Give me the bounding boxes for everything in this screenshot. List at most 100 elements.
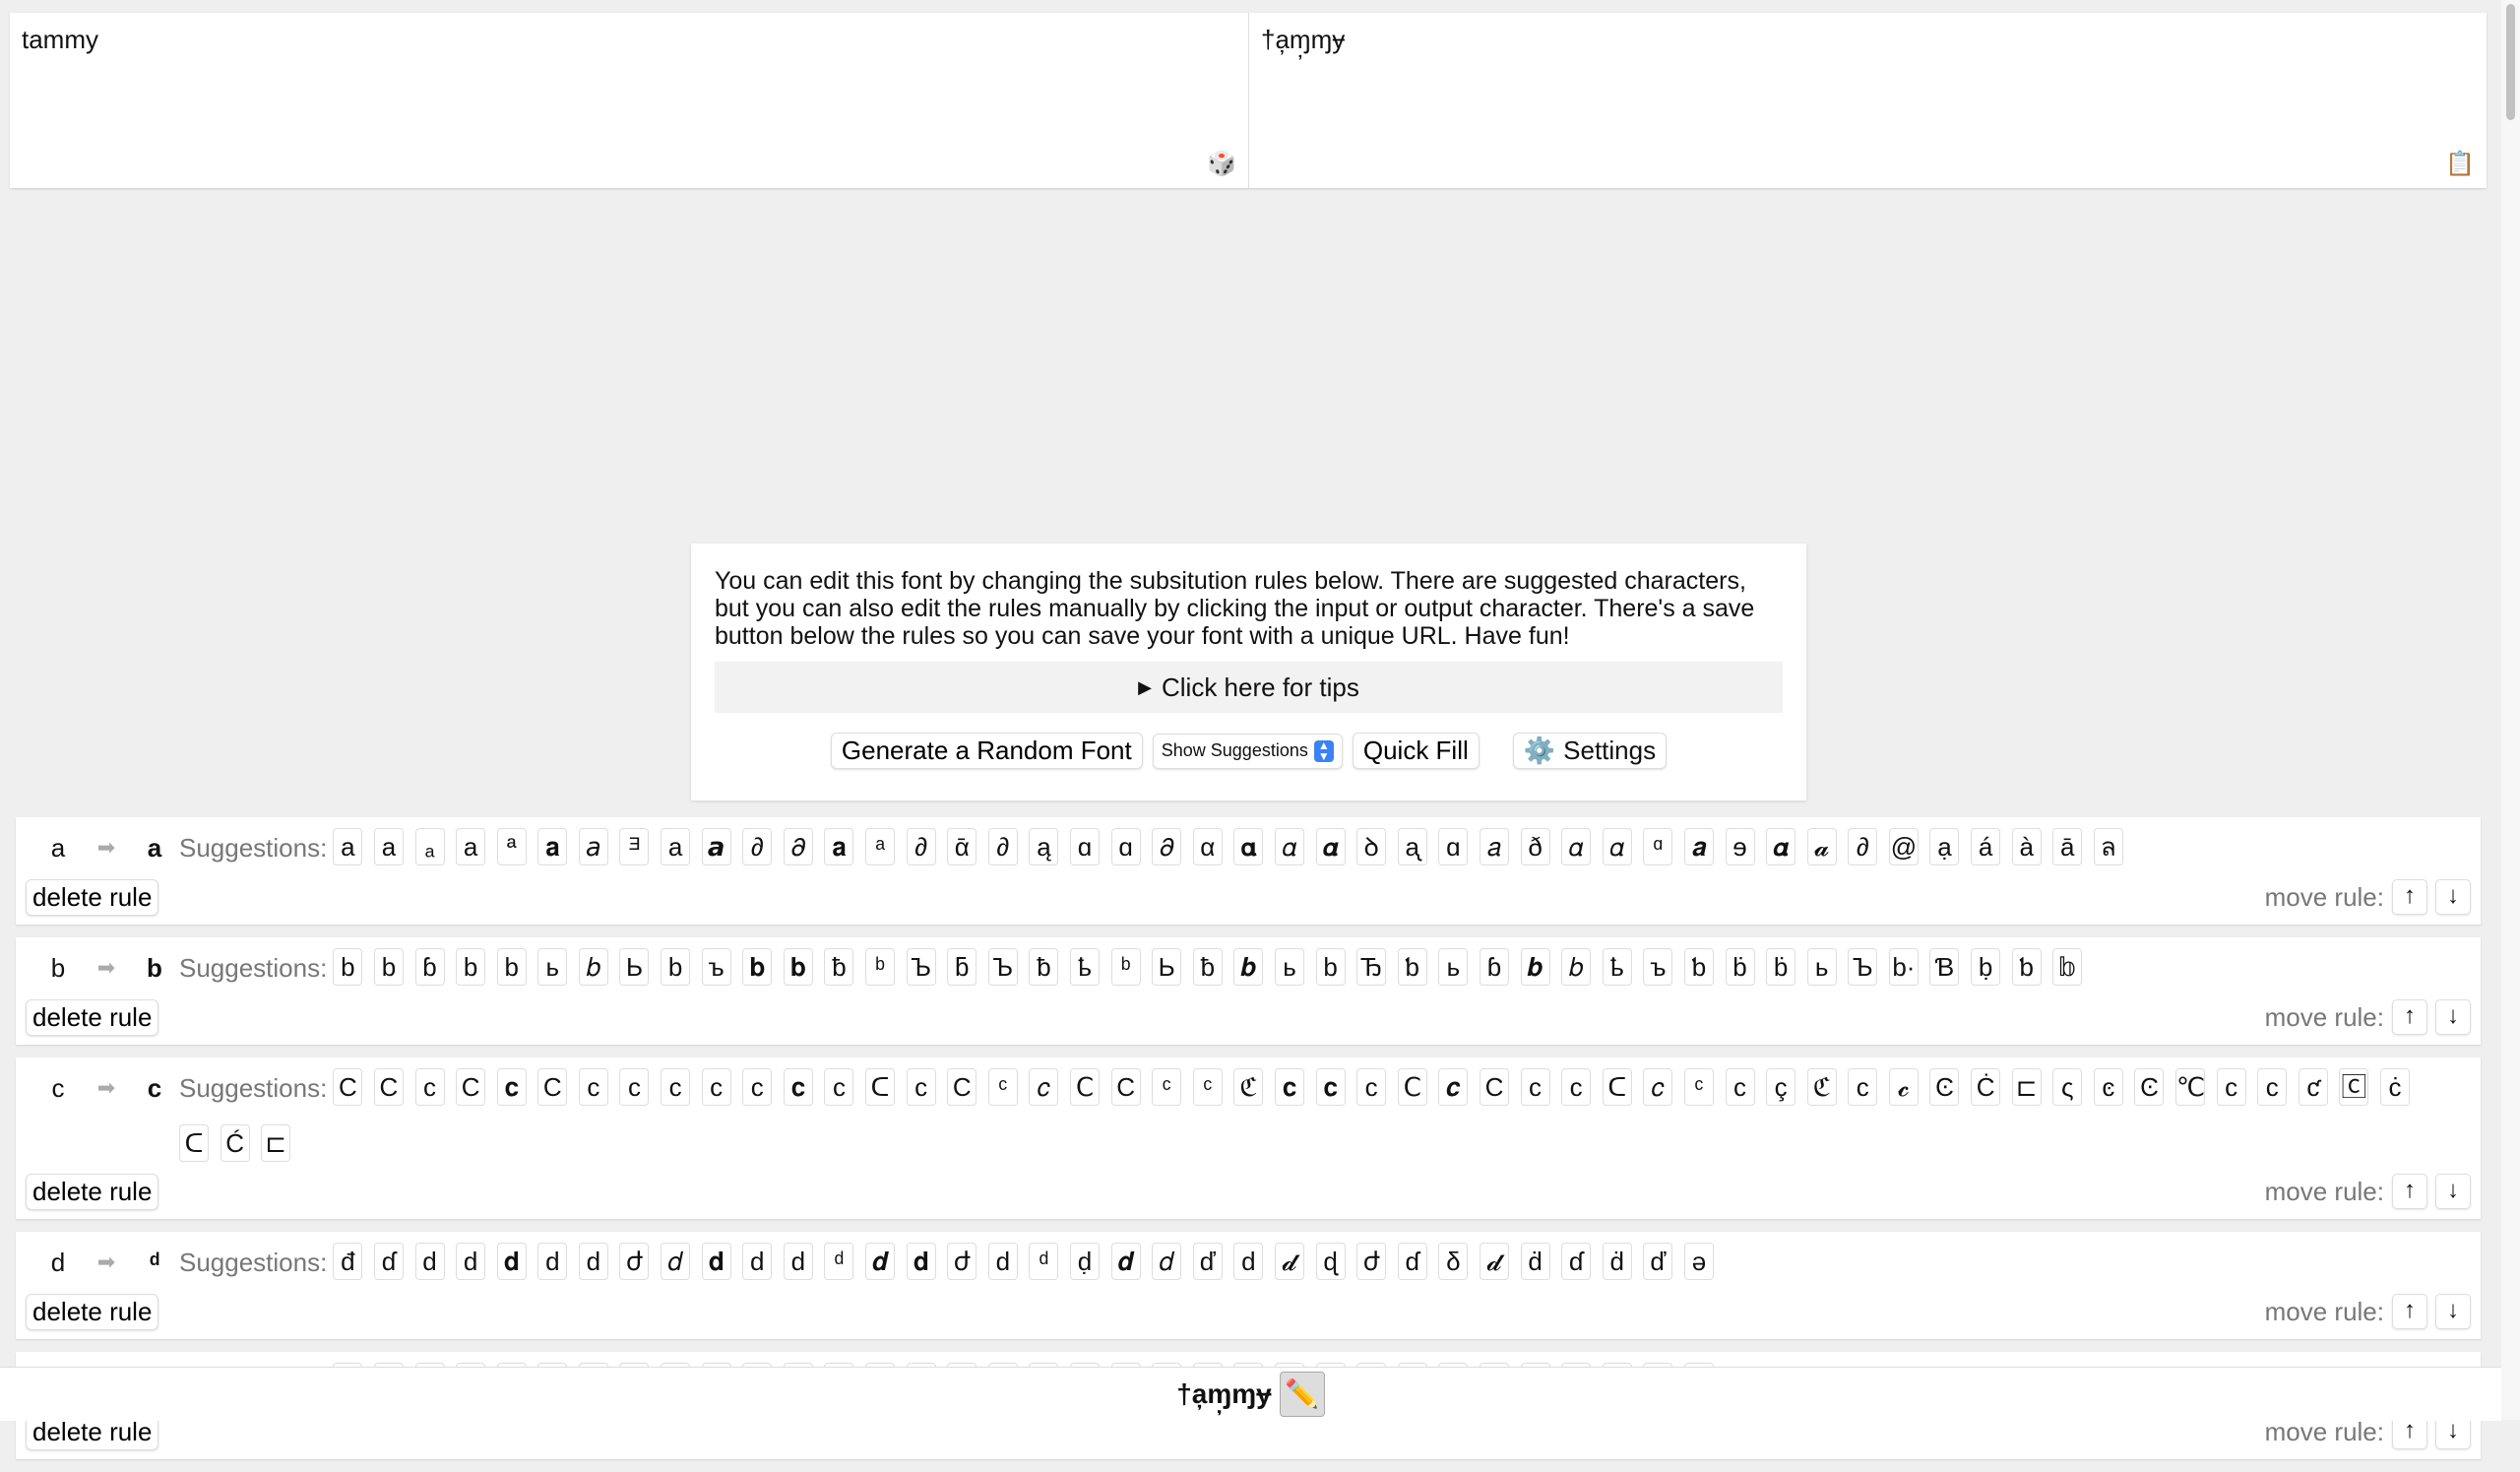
suggestion-button[interactable]: d [578, 1243, 608, 1280]
suggestion-button[interactable]: Ć [220, 1124, 250, 1162]
suggestion-button[interactable]: 𝛂 [1233, 828, 1264, 865]
suggestion-button[interactable]: ∂ [742, 828, 773, 865]
suggestion-button[interactable]: ċ [2380, 1068, 2411, 1106]
move-down-button[interactable]: ↓ [2435, 1174, 2471, 1209]
suggestion-button[interactable]: ḅ [1971, 948, 2001, 986]
quick-fill-button[interactable]: Quick Fill [1352, 733, 1480, 769]
suggestion-button[interactable]: d [456, 1243, 486, 1280]
suggestion-button[interactable]: 🄲 [2339, 1068, 2369, 1106]
suggestion-button[interactable]: 𝒃 [1520, 948, 1550, 986]
suggestion-button[interactable]: b [333, 948, 363, 986]
suggestion-button[interactable]: ɗ [1561, 1243, 1592, 1280]
suggestion-button[interactable]: c [1356, 1068, 1387, 1106]
suggestion-button[interactable]: 𝑐 [1029, 1068, 1059, 1106]
suggestion-button[interactable]: 𝐜 [1274, 1068, 1304, 1106]
delete-rule-button[interactable]: delete rule [26, 1174, 159, 1210]
suggestion-button[interactable]: ᵈ [824, 1243, 854, 1280]
suggestion-button[interactable]: b· [1888, 948, 1919, 986]
suggestion-button[interactable]: Ђ [1356, 948, 1387, 986]
suggestion-button[interactable]: ƈ [2298, 1068, 2328, 1106]
suggestion-button[interactable]: 𝐝 [701, 1243, 731, 1280]
suggestion-button[interactable]: ∂ [906, 828, 936, 865]
suggestion-button[interactable]: ժ [947, 1243, 977, 1280]
suggestion-button[interactable]: ɓ [1479, 948, 1509, 986]
suggestion-button[interactable]: 𝐝 [906, 1243, 936, 1280]
suggestion-button[interactable]: c [414, 1068, 445, 1106]
suggestion-button[interactable]: 𝛼 [1274, 828, 1304, 865]
suggestion-button[interactable]: 𝜶 [1766, 828, 1796, 865]
rule-output-char[interactable]: a [136, 828, 173, 867]
move-up-button[interactable]: ↑ [2392, 1174, 2427, 1209]
rule-output-char[interactable]: ᵈ [136, 1243, 173, 1282]
suggestion-button[interactable]: ᴲ [619, 828, 650, 865]
suggestion-button[interactable]: 𝐛 [742, 948, 773, 986]
suggestion-button[interactable]: á [1971, 828, 2001, 865]
suggestion-button[interactable]: d [987, 1243, 1018, 1280]
suggestion-button[interactable]: a [661, 828, 691, 865]
suggestion-button[interactable]: ɑ [1438, 828, 1469, 865]
suggestion-button[interactable]: 𝐚 [537, 828, 568, 865]
suggestion-button[interactable]: ª [496, 828, 527, 865]
suggestion-button[interactable]: ƃ [947, 948, 977, 986]
input-text[interactable]: tammy [22, 25, 98, 54]
suggestion-button[interactable]: ϲ [661, 1068, 691, 1106]
suggestion-button[interactable]: ᑕ [1602, 1068, 1632, 1106]
suggestion-button[interactable]: ā [2052, 828, 2083, 865]
suggestion-button[interactable]: c [906, 1068, 936, 1106]
suggestion-button[interactable]: ҍ [1070, 948, 1101, 986]
suggestion-button[interactable]: ℭ [1233, 1068, 1264, 1106]
suggestion-button[interactable]: 𝐚 [824, 828, 854, 865]
suggestion-button[interactable]: 𝑏 [1561, 948, 1592, 986]
suggestion-button[interactable]: ҍ [1602, 948, 1632, 986]
suggestion-button[interactable]: c [619, 1068, 650, 1106]
suggestion-button[interactable]: 𝒅 [1110, 1243, 1141, 1280]
suggestion-button[interactable]: ℭ [1806, 1068, 1837, 1106]
suggestion-button[interactable]: 𝙖 [701, 828, 731, 865]
suggestion-button[interactable]: ƀ [1029, 948, 1059, 986]
rule-input-char[interactable]: c [39, 1068, 77, 1108]
suggestion-button[interactable]: ᵃ [865, 828, 896, 865]
suggestion-button[interactable]: ƅ [1683, 948, 1714, 986]
suggestion-button[interactable]: ժ [619, 1243, 650, 1280]
suggestion-button[interactable]: Ъ [906, 948, 936, 986]
suggestion-button[interactable]: ᵇ [865, 948, 896, 986]
rule-input-char[interactable]: a [39, 828, 77, 867]
suggestion-button[interactable]: C [947, 1068, 977, 1106]
suggestion-button[interactable]: ď [1643, 1243, 1673, 1280]
suggestion-button[interactable]: ḋ [1602, 1243, 1632, 1280]
suggestion-button[interactable]: ъ [701, 948, 731, 986]
suggestion-button[interactable]: ᑕ [865, 1068, 896, 1106]
suggestion-button[interactable]: Ь [619, 948, 650, 986]
suggestion-button[interactable]: 𝒅 [865, 1243, 896, 1280]
suggestion-button[interactable]: c [1848, 1068, 1878, 1106]
pencil-icon[interactable]: ✏️ [1279, 1372, 1325, 1417]
suggestion-button[interactable]: ą [1029, 828, 1059, 865]
suggestion-button[interactable]: d [1233, 1243, 1264, 1280]
suggestion-button[interactable]: 𝑑 [1152, 1243, 1182, 1280]
scrollbar[interactable] [2501, 0, 2520, 1420]
dice-icon[interactable]: 🎲 [1207, 151, 1236, 178]
suggestion-button[interactable]: ƅ [1397, 948, 1427, 986]
suggestion-button[interactable]: 𝐜 [1315, 1068, 1346, 1106]
suggestion-button[interactable]: d [537, 1243, 568, 1280]
settings-button[interactable]: ⚙️ Settings [1512, 733, 1668, 769]
suggestion-button[interactable]: ƀ [824, 948, 854, 986]
suggestion-button[interactable]: Ɓ [1929, 948, 1960, 986]
suggestion-button[interactable]: ð [1520, 828, 1550, 865]
suggestion-button[interactable]: ∂ [1848, 828, 1878, 865]
suggestion-button[interactable]: 𝒃 [1233, 948, 1264, 986]
suggestion-button[interactable]: ᴄ [742, 1068, 773, 1106]
suggestion-button[interactable]: a [333, 828, 363, 865]
suggestion-button[interactable]: c [1561, 1068, 1592, 1106]
suggestion-button[interactable]: 𝑎 [1479, 828, 1509, 865]
suggestion-button[interactable]: c [2257, 1068, 2288, 1106]
suggestion-button[interactable]: ь [537, 948, 568, 986]
suggestion-button[interactable]: @ [1888, 828, 1919, 865]
suggestion-button[interactable]: a [456, 828, 486, 865]
suggestion-button[interactable]: 𝓭 [1479, 1243, 1509, 1280]
suggestion-button[interactable]: ล [2093, 828, 2123, 865]
input-textarea[interactable]: tammy 🎲 [10, 13, 1249, 188]
suggestion-button[interactable]: ɖ [1315, 1243, 1346, 1280]
suggestion-button[interactable]: b [456, 948, 486, 986]
move-down-button[interactable]: ↓ [2435, 879, 2471, 915]
